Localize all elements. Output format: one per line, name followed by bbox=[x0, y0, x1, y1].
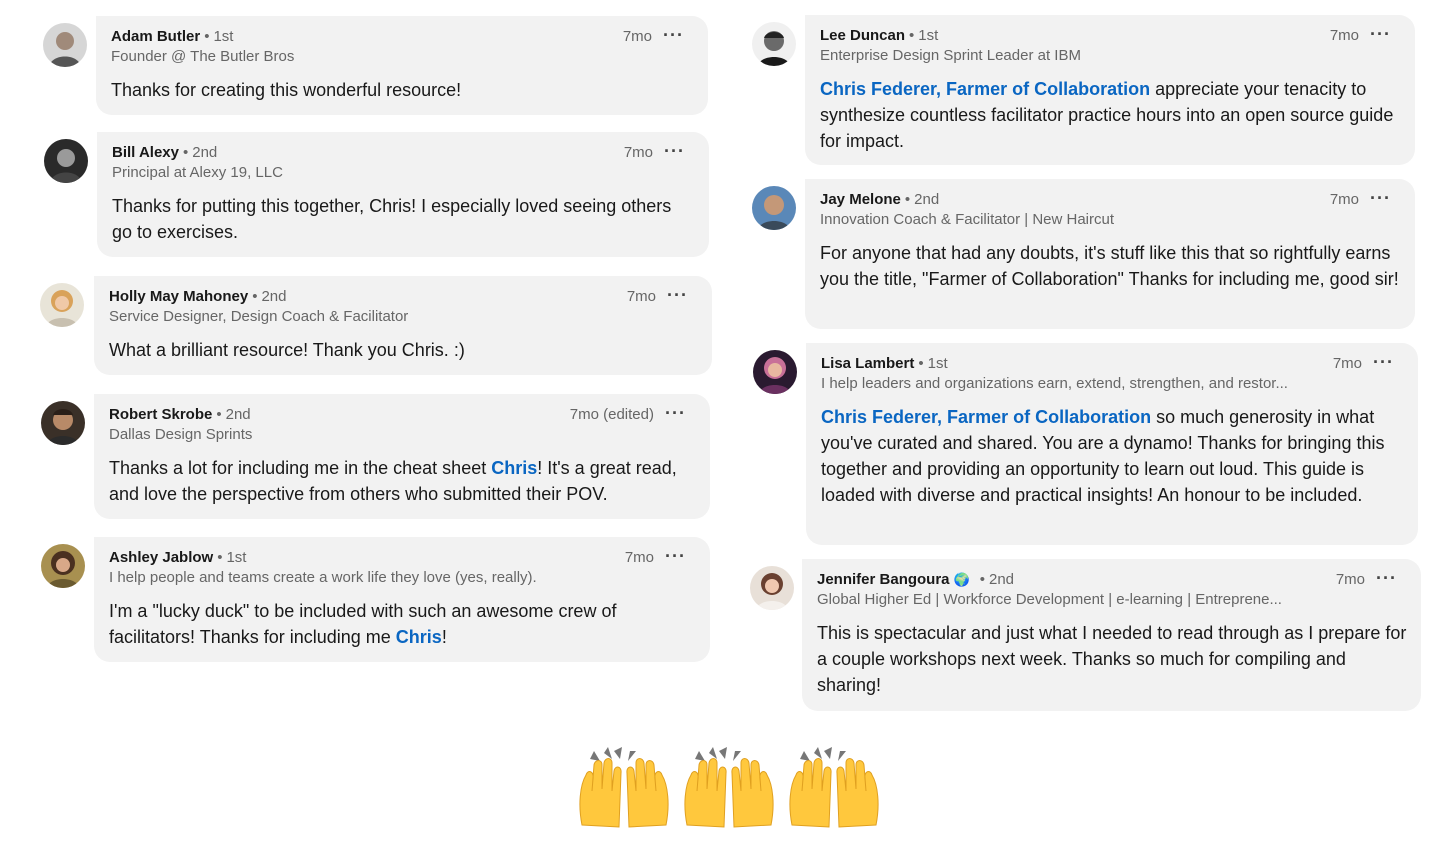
connection-degree: 2nd bbox=[261, 288, 287, 305]
more-options-icon[interactable]: ··· bbox=[667, 285, 688, 306]
avatar[interactable] bbox=[41, 544, 85, 588]
author-headline: Enterprise Design Sprint Leader at IBM bbox=[820, 47, 1081, 64]
comment-bubble: Bill Alexy • 2nd 7mo ··· Principal at Alex… bbox=[97, 132, 709, 257]
author-headline: I help leaders and organizations earn, e… bbox=[821, 375, 1288, 392]
comment-text: Thanks for putting this together, Chris!… bbox=[112, 193, 695, 245]
connection-degree: 2nd bbox=[914, 191, 940, 208]
comment-bubble: Jennifer Bangoura 🌍 • 2nd 7mo ··· Global Hi… bbox=[802, 559, 1421, 711]
comment-header: Lisa Lambert • 1st 7mo ··· bbox=[821, 352, 1394, 373]
comment-bubble: Robert Skrobe • 2nd 7mo (edited) ··· Dalla… bbox=[94, 394, 710, 519]
comment-text: For anyone that had any doubts, it's stu… bbox=[820, 240, 1401, 292]
comment-header: Jennifer Bangoura 🌍 • 2nd 7mo ··· bbox=[817, 568, 1397, 589]
connection-degree: 1st bbox=[918, 27, 939, 44]
comment-bubble: Holly May Mahoney • 2nd 7mo ··· Service De… bbox=[94, 276, 712, 375]
more-options-icon[interactable]: ··· bbox=[664, 141, 685, 162]
author-headline: Global Higher Ed | Workforce Development… bbox=[817, 591, 1282, 608]
timestamp: 7mo bbox=[1335, 571, 1365, 588]
raised-hands-icon bbox=[579, 747, 669, 828]
comment-text: Chris Federer, Farmer of Collaboration s… bbox=[821, 404, 1404, 508]
timestamp: 7mo bbox=[624, 549, 654, 566]
globe-icon: 🌍 bbox=[953, 572, 970, 587]
raised-hands-row bbox=[574, 745, 884, 835]
comment-bubble: Jay Melone • 2nd 7mo ··· Innovation Coach … bbox=[805, 179, 1415, 329]
author-name[interactable]: Adam Butler bbox=[111, 28, 200, 45]
raised-hands-icon bbox=[789, 747, 879, 828]
author-name[interactable]: Jay Melone bbox=[820, 191, 901, 208]
comment-bubble: Ashley Jablow • 1st 7mo ··· I help people … bbox=[94, 537, 710, 662]
comment-text: Chris Federer, Farmer of Collaboration a… bbox=[820, 76, 1401, 154]
author-name[interactable]: Bill Alexy bbox=[112, 144, 179, 161]
mention-link[interactable]: Chris Federer, Farmer of Collaboration bbox=[820, 79, 1150, 99]
author-headline: Dallas Design Sprints bbox=[109, 426, 253, 443]
author-headline: I help people and teams create a work li… bbox=[109, 569, 537, 586]
author-name[interactable]: Lee Duncan bbox=[820, 27, 905, 44]
connection-degree: 1st bbox=[226, 549, 247, 566]
mention-link[interactable]: Chris bbox=[396, 627, 442, 647]
author-name[interactable]: Ashley Jablow bbox=[109, 549, 213, 566]
comment-bubble: Lisa Lambert • 1st 7mo ··· I help leaders … bbox=[806, 343, 1418, 545]
mention-link[interactable]: Chris bbox=[491, 458, 537, 478]
comment-text-segment: This is spectacular and just what I need… bbox=[817, 623, 1407, 695]
timestamp: 7mo bbox=[1332, 355, 1362, 372]
connection-degree: 2nd bbox=[225, 406, 251, 423]
mention-link[interactable]: Chris Federer, Farmer of Collaboration bbox=[821, 407, 1151, 427]
author-name[interactable]: Robert Skrobe bbox=[109, 406, 212, 423]
comment-text: Thanks a lot for including me in the che… bbox=[109, 455, 696, 507]
avatar[interactable] bbox=[750, 566, 794, 610]
author-name[interactable]: Holly May Mahoney bbox=[109, 288, 248, 305]
connection-degree: 1st bbox=[927, 355, 948, 372]
avatar[interactable] bbox=[40, 283, 84, 327]
comment-text-segment: Thanks for creating this wonderful resou… bbox=[111, 80, 462, 100]
comment-header: Lee Duncan • 1st 7mo ··· bbox=[820, 24, 1391, 45]
timestamp: 7mo bbox=[1329, 27, 1359, 44]
avatar[interactable] bbox=[43, 23, 87, 67]
author-name[interactable]: Jennifer Bangoura bbox=[817, 571, 950, 588]
timestamp: 7mo bbox=[1329, 191, 1359, 208]
comment-text-segment: I'm a "lucky duck" to be included with s… bbox=[109, 601, 617, 647]
comment-text: What a brilliant resource! Thank you Chr… bbox=[109, 337, 698, 363]
author-name[interactable]: Lisa Lambert bbox=[821, 355, 914, 372]
comment-text-segment: Thanks for putting this together, Chris!… bbox=[112, 196, 672, 242]
more-options-icon[interactable]: ··· bbox=[1373, 352, 1394, 373]
more-options-icon[interactable]: ··· bbox=[663, 25, 684, 46]
connection-degree: 2nd bbox=[192, 144, 218, 161]
timestamp: 7mo (edited) bbox=[569, 406, 654, 423]
avatar[interactable] bbox=[44, 139, 88, 183]
avatar[interactable] bbox=[753, 350, 797, 394]
comment-text: This is spectacular and just what I need… bbox=[817, 620, 1407, 698]
author-headline: Innovation Coach & Facilitator | New Hai… bbox=[820, 211, 1115, 228]
comment-text: I'm a "lucky duck" to be included with s… bbox=[109, 598, 696, 650]
comment-text-segment: For anyone that had any doubts, it's stu… bbox=[820, 243, 1399, 289]
comment-header: Adam Butler • 1st 7mo ··· bbox=[111, 25, 684, 46]
timestamp: 7mo bbox=[626, 288, 656, 305]
comment-text-segment: Thanks a lot for including me in the che… bbox=[109, 458, 492, 478]
timestamp: 7mo bbox=[623, 144, 653, 161]
more-options-icon[interactable]: ··· bbox=[1376, 568, 1397, 589]
comment-bubble: Lee Duncan • 1st 7mo ··· Enterprise Design… bbox=[805, 15, 1415, 165]
more-options-icon[interactable]: ··· bbox=[665, 403, 686, 424]
connection-degree: 2nd bbox=[988, 571, 1015, 588]
avatar[interactable] bbox=[752, 22, 796, 66]
comment-bubble: Adam Butler • 1st 7mo ··· Founder @ The Bu… bbox=[96, 16, 708, 115]
avatar[interactable] bbox=[752, 186, 796, 230]
comment-header: Robert Skrobe • 2nd 7mo (edited) ··· bbox=[109, 403, 686, 424]
connection-degree: 1st bbox=[213, 28, 234, 45]
comment-text-segment: ! bbox=[441, 627, 447, 647]
timestamp: 7mo bbox=[622, 28, 652, 45]
author-headline: Service Designer, Design Coach & Facilit… bbox=[109, 308, 409, 325]
comment-text: Thanks for creating this wonderful resou… bbox=[111, 77, 694, 103]
comment-header: Jay Melone • 2nd 7mo ··· bbox=[820, 188, 1391, 209]
more-options-icon[interactable]: ··· bbox=[1370, 24, 1391, 45]
more-options-icon[interactable]: ··· bbox=[1370, 188, 1391, 209]
comment-header: Holly May Mahoney • 2nd 7mo ··· bbox=[109, 285, 688, 306]
comment-header: Ashley Jablow • 1st 7mo ··· bbox=[109, 546, 686, 567]
comment-text-segment: What a brilliant resource! Thank you Chr… bbox=[109, 340, 465, 360]
avatar[interactable] bbox=[41, 401, 85, 445]
raised-hands-icon bbox=[684, 747, 774, 828]
comment-header: Bill Alexy • 2nd 7mo ··· bbox=[112, 141, 685, 162]
author-headline: Founder @ The Butler Bros bbox=[111, 48, 295, 65]
author-headline: Principal at Alexy 19, LLC bbox=[112, 164, 283, 181]
more-options-icon[interactable]: ··· bbox=[665, 546, 686, 567]
